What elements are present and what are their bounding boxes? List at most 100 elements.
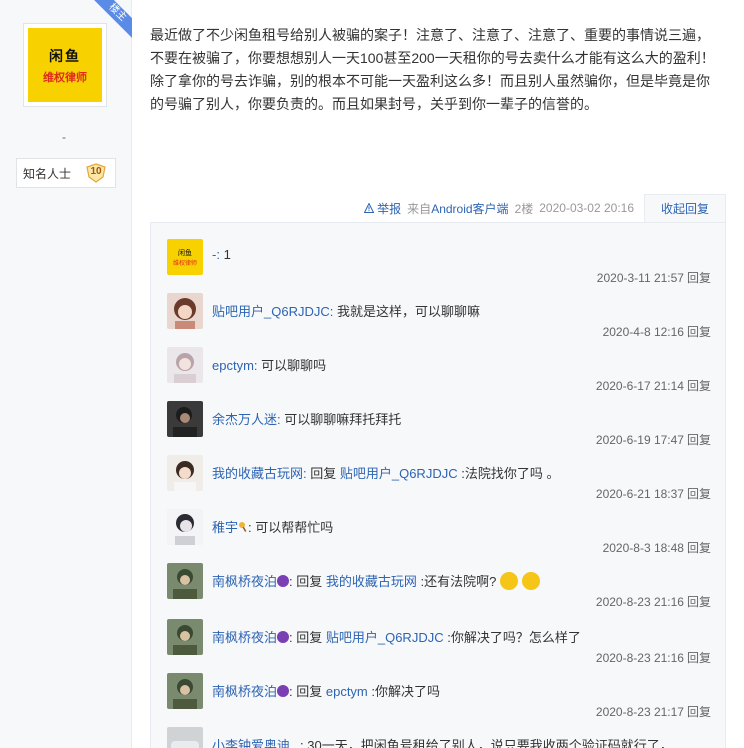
comment-body: 可以聊聊吗: [257, 358, 327, 373]
comment-avatar[interactable]: [167, 563, 203, 599]
comment-avatar[interactable]: [167, 401, 203, 437]
author-name[interactable]: -: [62, 130, 66, 144]
comment-time: 2020-3-11 21:57: [596, 271, 684, 285]
comment-time: 2020-8-23 21:16: [595, 595, 684, 609]
comment-meta: 2020-6-21 18:37 回复: [596, 485, 711, 502]
comment-username[interactable]: 南枫桥夜泊: [212, 684, 277, 699]
comment-text: 南枫桥夜泊 : 回复 我的收藏古玩网 :还有法院啊?: [212, 571, 711, 590]
comment-avatar[interactable]: [167, 673, 203, 709]
comment-meta: 2020-4-8 12:16 回复: [603, 323, 711, 340]
comment-reply-word: : 回复: [289, 630, 326, 645]
comment-username[interactable]: 小李钟爱奥迪: [212, 738, 290, 748]
comment-time: 2020-6-17 21:14: [595, 379, 684, 393]
comment-text: 贴吧用户_Q6RJDJC: 我就是这样，可以聊聊嘛: [212, 301, 711, 320]
svg-text:闲鱼: 闲鱼: [178, 248, 192, 257]
comment-body: : 30一天，把闲鱼号租给了别人，说只要我收两个验证码就行了，: [300, 738, 673, 748]
post-content: 最近做了不少闲鱼租号给别人被骗的案子！注意了、注意了、注意了、重要的事情说三遍，…: [150, 27, 715, 112]
reply-link[interactable]: 回复: [687, 487, 711, 501]
reply-link[interactable]: 回复: [687, 541, 711, 555]
comment-body: 可以聊聊嘛拜托拜托: [280, 412, 402, 427]
comment-body: :你解决了吗: [367, 684, 440, 699]
comment-time: 2020-8-23 21:16: [595, 651, 684, 665]
reply-link[interactable]: 回复: [687, 325, 711, 339]
op-badge: 楼主: [92, 0, 132, 40]
comment-avatar[interactable]: [167, 509, 203, 545]
comment-time: 2020-6-19 17:47: [595, 433, 684, 447]
comment-meta: 2020-8-23 21:16 回复: [596, 593, 711, 610]
comment-text: 南枫桥夜泊: 回复 epctym :你解决了吗: [212, 681, 711, 700]
comment-username[interactable]: 余杰万人迷:: [212, 412, 281, 427]
comment-avatar[interactable]: [167, 347, 203, 383]
comment-meta: 2020-8-3 18:48 回复: [603, 539, 711, 556]
reply-link[interactable]: 回复: [687, 271, 711, 285]
comment-body: 1: [219, 247, 231, 262]
author-avatar-image: 闲鱼 维权律师: [28, 28, 102, 102]
report-link[interactable]: 举报: [364, 200, 401, 217]
comment-text: 南枫桥夜泊 : 回复 贴吧用户_Q6RJDJC :你解决了吗？怎么样了: [212, 627, 711, 646]
devil-emoji-icon: [277, 631, 290, 643]
comment-username[interactable]: 南枫桥夜泊: [212, 574, 277, 589]
comment-body: :法院找你了吗 。: [457, 466, 560, 481]
client-link[interactable]: Android客户端: [431, 202, 508, 216]
reply-link[interactable]: 回复: [687, 379, 711, 393]
devil-emoji-icon: [277, 575, 290, 587]
comment-time: 2020-6-21 18:37: [595, 487, 684, 501]
post-datetime: 2020-03-02 20:16: [539, 201, 634, 215]
comment-meta: 2020-6-19 17:47 回复: [596, 431, 711, 448]
comment-username[interactable]: 稚宇: [212, 520, 238, 535]
comment-body: :还有法院啊?: [416, 574, 497, 589]
comment-avatar[interactable]: 闲鱼 维权律师: [167, 239, 203, 275]
comment-text: epctym: 可以聊聊吗: [212, 355, 711, 374]
comment-username[interactable]: 贴吧用户_Q6RJDJC:: [212, 304, 333, 319]
comments-box: 闲鱼 维权律师 -: 1 2020-3-11 21:57 回复 贴吧用户_Q6RJD…: [150, 222, 726, 748]
comment-username[interactable]: 我的收藏古玩网:: [212, 466, 307, 481]
svg-text:维权律师: 维权律师: [173, 259, 197, 267]
comment-meta: 2020-3-11 21:57 回复: [597, 269, 711, 286]
reply-target-username[interactable]: 我的收藏古玩网: [326, 574, 417, 589]
floor-number: 2楼: [514, 201, 534, 216]
comment-text: 小李钟爱奥迪 : 30一天，把闲鱼号租给了别人，说只要我收两个验证码就行了，: [212, 735, 711, 748]
op-badge-label: 楼主: [92, 0, 132, 39]
author-panel: 闲鱼 维权律师 楼主 - 知名人士 10: [0, 0, 132, 748]
reply-link[interactable]: 回复: [687, 595, 711, 609]
moon-emoji-icon: [291, 740, 297, 748]
avatar-logo-text: 闲鱼: [49, 47, 81, 64]
client-source: 来自Android客户端: [407, 201, 509, 216]
comment-username[interactable]: -:: [212, 247, 220, 262]
grin-emoji-icon: [499, 572, 518, 590]
level-number: 10: [90, 166, 102, 177]
comment-text: 我的收藏古玩网: 回复 贴吧用户_Q6RJDJC :法院找你了吗 。: [212, 463, 711, 482]
smile-emoji-icon: [521, 572, 540, 590]
comment-username[interactable]: epctym:: [212, 358, 258, 373]
reply-link[interactable]: 回复: [687, 651, 711, 665]
comment-reply-word: : 回复: [289, 574, 326, 589]
comment-text: 余杰万人迷: 可以聊聊嘛拜托拜托: [212, 409, 711, 428]
magnifier-emoji-icon: [239, 522, 247, 532]
comment-time: 2020-4-8 12:16: [602, 325, 684, 339]
comment-reply-word: 回复: [306, 466, 340, 481]
comment-text: -: 1: [212, 247, 711, 262]
comment-username[interactable]: 南枫桥夜泊: [212, 630, 277, 645]
devil-emoji-icon: [277, 685, 290, 697]
comment-time: 2020-8-23 21:17: [595, 705, 684, 719]
reply-target-username[interactable]: 贴吧用户_Q6RJDJC: [340, 466, 458, 481]
comment-time: 2020-8-3 18:48: [602, 541, 684, 555]
comment-avatar[interactable]: [167, 619, 203, 655]
post-tail: 举报 来自Android客户端 2楼 2020-03-02 20:16 收起回复: [150, 194, 726, 222]
avatar-logo-subtext: 维权律师: [43, 71, 87, 84]
comment-avatar[interactable]: [167, 293, 203, 329]
level-box[interactable]: 知名人士 10: [16, 158, 116, 188]
comment-meta: 2020-8-23 21:17 回复: [596, 703, 711, 720]
comment-avatar[interactable]: [167, 727, 203, 748]
comment-meta: 2020-8-23 21:16 回复: [596, 649, 711, 666]
comment-meta: 2020-6-17 21:14 回复: [596, 377, 711, 394]
reply-link[interactable]: 回复: [687, 433, 711, 447]
reply-link[interactable]: 回复: [687, 705, 711, 719]
reply-target-username[interactable]: 贴吧用户_Q6RJDJC: [326, 630, 444, 645]
comment-body: :你解决了吗？怎么样了: [443, 630, 581, 645]
warning-icon: [364, 203, 375, 213]
collapse-replies-button[interactable]: 收起回复: [644, 194, 726, 222]
comment-avatar[interactable]: [167, 455, 203, 491]
level-title: 知名人士: [23, 166, 72, 181]
reply-target-username[interactable]: epctym: [326, 684, 368, 699]
